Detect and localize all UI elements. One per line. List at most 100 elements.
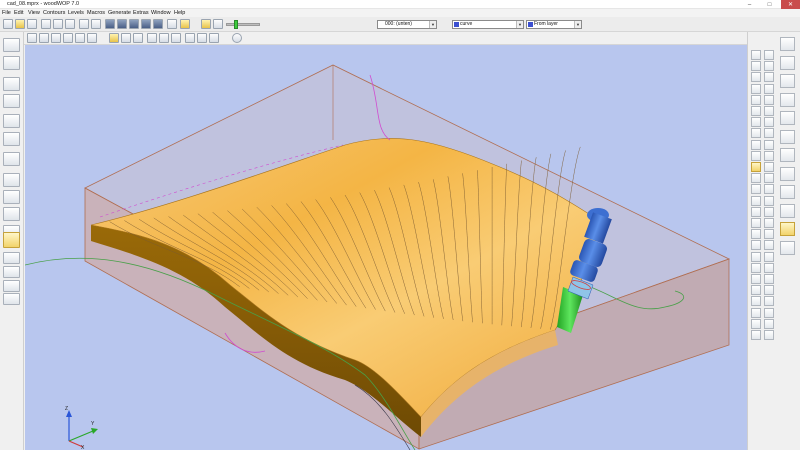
cut-tool-icon[interactable]: [3, 266, 20, 278]
program-icon[interactable]: [3, 190, 20, 204]
menu-file[interactable]: File: [2, 10, 11, 16]
join-icon[interactable]: [751, 262, 761, 273]
offset-icon-alt[interactable]: [764, 173, 774, 184]
circle-icon[interactable]: [751, 117, 761, 128]
menu-extras[interactable]: Extras: [133, 10, 149, 16]
saw-icon[interactable]: [3, 114, 20, 128]
surface-icon[interactable]: [751, 318, 761, 329]
scale-icon[interactable]: [751, 251, 761, 262]
open-folder-icon[interactable]: [15, 19, 25, 29]
pan-icon[interactable]: [75, 33, 85, 43]
router-icon[interactable]: [3, 232, 20, 248]
simulation-icon[interactable]: [167, 19, 177, 29]
fillet-icon[interactable]: [751, 150, 761, 161]
box-icon[interactable]: [780, 148, 795, 162]
variables-icon[interactable]: [3, 56, 20, 70]
globe-icon[interactable]: [232, 33, 242, 43]
mirror-icon-alt[interactable]: [764, 206, 774, 217]
close-button[interactable]: ✕: [781, 0, 800, 9]
array-icon[interactable]: [751, 218, 761, 228]
split-icon-alt[interactable]: [764, 274, 774, 284]
rectangle-tool-icon[interactable]: [780, 129, 795, 144]
extend-icon-alt[interactable]: [764, 195, 774, 206]
zoom-all-icon[interactable]: [27, 33, 37, 43]
split-icon[interactable]: [751, 274, 761, 284]
3d-viewport[interactable]: Z Y X: [25, 45, 747, 450]
copy-icon[interactable]: [53, 19, 63, 29]
layer-tool-icon[interactable]: [780, 240, 795, 255]
color-combo[interactable]: From layer ▼: [526, 20, 582, 29]
play-icon[interactable]: [180, 19, 190, 29]
polyline-icon-alt[interactable]: [764, 94, 774, 105]
layers-icon[interactable]: [185, 33, 195, 43]
measure-icon[interactable]: [133, 33, 143, 43]
grid-icon[interactable]: [159, 33, 169, 43]
text-tool-icon[interactable]: [780, 166, 795, 181]
circular-saw-icon[interactable]: [3, 132, 20, 146]
view-front-icon[interactable]: [129, 19, 139, 29]
wireframe-icon[interactable]: [121, 33, 131, 43]
explode-icon-alt[interactable]: [764, 285, 774, 296]
rectangle-icon[interactable]: [751, 106, 761, 116]
text-icon-alt[interactable]: [764, 139, 774, 150]
vertical-drill-icon[interactable]: [3, 94, 20, 108]
select-icon[interactable]: [171, 33, 181, 43]
view-top-icon[interactable]: [105, 19, 115, 29]
menu-macros[interactable]: Macros: [87, 10, 105, 16]
line-icon[interactable]: [751, 72, 761, 83]
spline-icon-alt[interactable]: [764, 128, 774, 139]
explode-icon[interactable]: [751, 285, 761, 296]
select-arrow-icon-alt[interactable]: [764, 50, 774, 60]
mirror-icon[interactable]: [751, 206, 761, 217]
view-side-icon[interactable]: [141, 19, 151, 29]
scale-icon-alt[interactable]: [764, 251, 774, 262]
help-icon[interactable]: [3, 207, 20, 221]
menu-window[interactable]: Window: [151, 10, 171, 16]
speed-slider-thumb-icon[interactable]: [234, 20, 238, 29]
rectangle-icon-alt[interactable]: [764, 106, 774, 116]
sanding-icon[interactable]: [3, 280, 20, 292]
text-icon[interactable]: [751, 139, 761, 150]
fillet-icon-alt[interactable]: [764, 150, 774, 161]
history-icon[interactable]: [780, 74, 795, 88]
properties-icon[interactable]: [197, 33, 207, 43]
minimize-button[interactable]: –: [741, 0, 758, 9]
target-icon[interactable]: [780, 92, 795, 107]
spline-icon[interactable]: [751, 128, 761, 139]
rotate-shape-icon-alt[interactable]: [764, 240, 774, 251]
trim-icon-alt[interactable]: [764, 184, 774, 195]
refresh-icon[interactable]: [209, 33, 219, 43]
zoom-window-icon[interactable]: [63, 33, 73, 43]
measure-shape-icon-alt[interactable]: [764, 296, 774, 307]
chamfer-icon-alt[interactable]: [764, 162, 774, 172]
speed-slider[interactable]: [226, 23, 260, 26]
circle-icon-alt[interactable]: [764, 117, 774, 128]
paste-icon[interactable]: [65, 19, 75, 29]
arc-icon[interactable]: [751, 83, 761, 94]
curve-tool-icon[interactable]: [780, 111, 795, 125]
extend-icon[interactable]: [751, 195, 761, 206]
select-arrow-icon[interactable]: [751, 50, 761, 60]
point-icon-alt[interactable]: [764, 61, 774, 72]
zoom-in-icon[interactable]: [39, 33, 49, 43]
menu-generate[interactable]: Generate: [108, 10, 131, 16]
maximize-button[interactable]: □: [761, 0, 778, 9]
menu-view[interactable]: View: [28, 10, 40, 16]
zoom-out-icon[interactable]: [51, 33, 61, 43]
new-file-icon[interactable]: [3, 19, 13, 29]
redo-icon[interactable]: [91, 19, 101, 29]
type-combo[interactable]: curve ▼: [452, 20, 524, 29]
pause-icon[interactable]: [201, 19, 211, 29]
rotate-icon[interactable]: [87, 33, 97, 43]
hatch-icon-alt[interactable]: [764, 307, 774, 318]
edge-icon[interactable]: [3, 293, 20, 305]
drawing-tool-icon[interactable]: [780, 222, 795, 236]
pocket-icon[interactable]: [3, 152, 20, 166]
view-iso-icon[interactable]: [117, 19, 127, 29]
save-icon[interactable]: [27, 19, 37, 29]
shaded-view-icon[interactable]: [109, 33, 119, 43]
scene-canvas[interactable]: Z Y X: [25, 45, 747, 450]
move-icon[interactable]: [751, 229, 761, 240]
chamfer-icon[interactable]: [751, 162, 761, 172]
rotate-shape-icon[interactable]: [751, 240, 761, 251]
